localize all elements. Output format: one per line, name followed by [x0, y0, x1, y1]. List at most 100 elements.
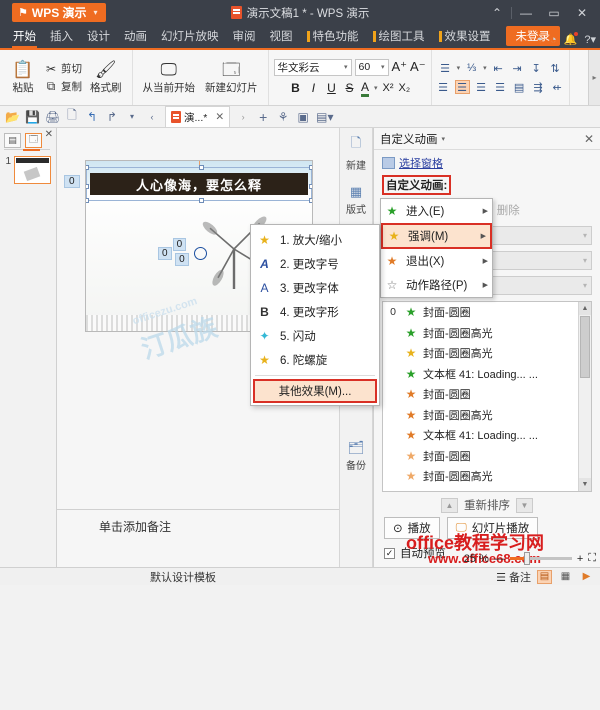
- submenu-item-change-font-style[interactable]: B 4. 更改字形: [251, 300, 379, 324]
- thumbnail-item[interactable]: 1: [0, 150, 56, 190]
- list-item[interactable]: ★封面-圆圈高光: [383, 466, 591, 487]
- list-item[interactable]: 0★封面-圆圈: [383, 302, 591, 323]
- copy-button[interactable]: ⧉ 复制: [44, 79, 82, 94]
- tab-view[interactable]: 视图: [263, 26, 300, 48]
- move-up-button[interactable]: ▲: [441, 498, 458, 513]
- redo-icon[interactable]: ↱: [105, 110, 119, 124]
- resize-handle-se[interactable]: [309, 198, 313, 203]
- new-slide-button[interactable]: 🗔 新建幻灯片: [200, 59, 263, 97]
- document-tab[interactable]: 演...* ✕: [165, 106, 230, 127]
- underline-button[interactable]: U: [325, 81, 338, 95]
- zoom-slider[interactable]: [510, 557, 572, 560]
- submenu-item-spin[interactable]: ★ 6. 陀螺旋: [251, 348, 379, 372]
- submenu-item-grow-shrink[interactable]: ★ 1. 放大/缩小: [251, 228, 379, 252]
- tab-design[interactable]: 设计: [80, 26, 117, 48]
- scroll-up-arrow[interactable]: ▲: [579, 302, 591, 315]
- chevron-down-icon[interactable]: ▾: [442, 135, 446, 143]
- notes-toggle-button[interactable]: ☰ 备注: [496, 569, 531, 585]
- animation-tag[interactable]: 0: [158, 247, 172, 260]
- chevron-down-icon[interactable]: ▾: [125, 112, 139, 121]
- align-left-icon[interactable]: ☰: [436, 80, 451, 94]
- resize-handle-w[interactable]: [85, 184, 89, 189]
- tab-features[interactable]: 特色功能: [300, 26, 366, 48]
- list-item[interactable]: ★封面-圆圈高光: [383, 405, 591, 426]
- font-name-combo[interactable]: 华文彩云 ▾: [274, 59, 352, 76]
- fit-to-window-icon[interactable]: ⛶: [588, 552, 596, 565]
- close-button[interactable]: ✕: [568, 0, 596, 25]
- auto-preview-checkbox[interactable]: ✓: [384, 548, 395, 559]
- minimize-button[interactable]: —: [512, 0, 540, 25]
- zoom-slider-handle[interactable]: [524, 552, 530, 565]
- resize-handle-sw[interactable]: [85, 198, 89, 203]
- italic-button[interactable]: I: [307, 81, 320, 95]
- close-task-pane-icon[interactable]: ✕: [584, 132, 594, 146]
- design-template-label[interactable]: 默认设计模板: [150, 569, 216, 585]
- normal-view-button[interactable]: ▤: [537, 570, 552, 584]
- restore-window-icon[interactable]: ▣: [296, 110, 310, 124]
- help-icon[interactable]: ?▾: [584, 33, 596, 46]
- list-item[interactable]: ★文本框 41: Loading... ...: [383, 425, 591, 446]
- history-icon[interactable]: ◔: [550, 34, 557, 46]
- decrease-indent-icon[interactable]: ⇤: [491, 61, 506, 75]
- close-tab-icon[interactable]: ✕: [215, 111, 224, 123]
- slide-sorter-view-button[interactable]: ▦: [558, 570, 573, 584]
- list-item[interactable]: ★封面-圆圈: [383, 384, 591, 405]
- font-color-button[interactable]: A: [361, 80, 369, 97]
- paste-button[interactable]: 📋 粘贴: [5, 59, 41, 97]
- print-preview-icon[interactable]: 🗋: [65, 106, 79, 127]
- resize-handle-e[interactable]: [309, 184, 313, 189]
- submenu-item-change-font-size[interactable]: A 2. 更改字号: [251, 252, 379, 276]
- shrink-font-button[interactable]: A⁻: [410, 59, 426, 75]
- animation-tag[interactable]: 0: [173, 238, 187, 251]
- tab-scroll-right-icon[interactable]: ›: [236, 112, 250, 122]
- decrease-list-level-icon[interactable]: ⇷: [550, 80, 565, 94]
- text-direction-icon[interactable]: ⇅: [548, 61, 563, 75]
- subscript-button[interactable]: X₂: [399, 82, 411, 94]
- tab-review[interactable]: 审阅: [226, 26, 263, 48]
- increase-indent-icon[interactable]: ⇥: [510, 61, 525, 75]
- cut-button[interactable]: ✂ 剪切: [44, 61, 82, 76]
- submenu-item-other-effects[interactable]: 其他效果(M)...: [253, 379, 377, 403]
- numbered-list-icon[interactable]: ⅓: [464, 61, 479, 75]
- resize-handle-ne[interactable]: [309, 165, 313, 170]
- side-backup-button[interactable]: 🗂 备份: [346, 440, 366, 472]
- notification-icon[interactable]: 🔔: [564, 33, 578, 46]
- distribute-icon[interactable]: ▤: [512, 80, 527, 94]
- menu-item-motion-path[interactable]: ☆ 动作路径(P) ▶: [381, 273, 492, 297]
- animation-tag[interactable]: 0: [175, 253, 189, 266]
- align-center-icon[interactable]: ☰: [455, 80, 470, 94]
- chevron-down-icon[interactable]: ▾: [483, 64, 487, 72]
- strikethrough-button[interactable]: S: [343, 81, 356, 95]
- undo-icon[interactable]: ↰: [85, 110, 99, 124]
- menu-item-exit[interactable]: ★ 退出(X) ▶: [381, 249, 492, 273]
- tab-slideshow[interactable]: 幻灯片放映: [154, 26, 226, 48]
- wps-app-badge[interactable]: ⚑ WPS 演示 ▾: [12, 3, 106, 22]
- tab-menu-icon[interactable]: ▤▾: [316, 110, 330, 124]
- justify-icon[interactable]: ☰: [493, 80, 508, 94]
- thumbnail-image[interactable]: [14, 156, 51, 184]
- chevron-down-icon[interactable]: ▾: [457, 64, 461, 72]
- add-effect-menu[interactable]: ★ 进入(E) ▶ ★ 强调(M) ▶ ★ 退出(X) ▶ ☆ 动作路径(P) …: [380, 198, 493, 298]
- maximize-button[interactable]: ▭: [540, 0, 568, 25]
- chevron-down-icon[interactable]: ▾: [374, 84, 378, 92]
- list-item[interactable]: ★封面-圆圈高光: [383, 343, 591, 364]
- scroll-down-arrow[interactable]: ▼: [579, 478, 591, 491]
- new-tab-icon[interactable]: +: [256, 109, 270, 125]
- list-item[interactable]: ★封面-圆圈高光: [383, 323, 591, 344]
- selection-box[interactable]: [86, 167, 312, 201]
- animation-list-scrollbar[interactable]: ▲ ▼: [578, 302, 591, 491]
- print-icon[interactable]: 🖨: [45, 110, 59, 124]
- open-icon[interactable]: 📂: [5, 110, 19, 124]
- menu-item-entrance[interactable]: ★ 进入(E) ▶: [381, 199, 492, 223]
- chevron-down-icon[interactable]: ▾: [94, 8, 98, 17]
- circle-shape[interactable]: [194, 247, 207, 260]
- tab-animation[interactable]: 动画: [117, 26, 154, 48]
- increase-list-level-icon[interactable]: ⇶: [531, 80, 546, 94]
- bullet-list-icon[interactable]: ☰: [438, 61, 453, 75]
- tab-effect-settings[interactable]: 效果设置: [432, 26, 498, 48]
- slide-animation-order-tag[interactable]: 0: [64, 175, 80, 188]
- tab-start[interactable]: 开始: [6, 26, 43, 48]
- sync-icon[interactable]: ◓: [536, 34, 543, 46]
- cloud-docs-icon[interactable]: ⚘: [276, 110, 290, 124]
- save-icon[interactable]: 💾: [25, 110, 39, 124]
